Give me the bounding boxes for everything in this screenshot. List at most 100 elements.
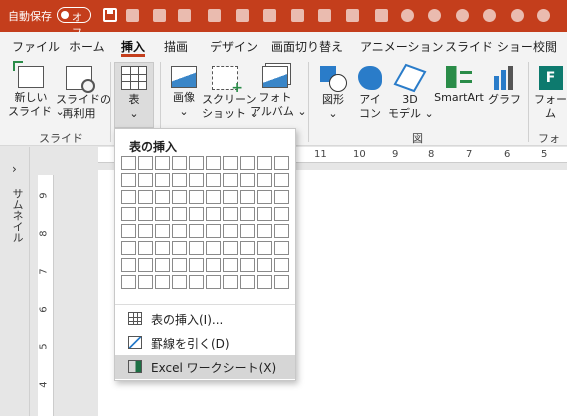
new-slide-button[interactable]: 新しい スライド ⌄ (8, 61, 65, 119)
table-grid-cell[interactable] (206, 207, 221, 221)
table-grid-cell[interactable] (274, 190, 289, 204)
screenshot-button[interactable]: スクリーン ショット ⌄ (202, 66, 259, 121)
table-grid-cell[interactable] (257, 207, 272, 221)
table-grid-cell[interactable] (257, 156, 272, 170)
tab-home[interactable]: ホーム (69, 38, 105, 55)
qat-outline-icon[interactable] (153, 9, 166, 22)
table-grid-cell[interactable] (240, 241, 255, 255)
table-grid-cell[interactable] (223, 241, 238, 255)
table-grid-cell[interactable] (240, 173, 255, 187)
table-grid-cell[interactable] (274, 173, 289, 187)
table-grid-cell[interactable] (121, 275, 136, 289)
table-grid-cell[interactable] (189, 156, 204, 170)
table-button[interactable]: 表 ⌄ (118, 66, 150, 121)
table-grid-cell[interactable] (138, 258, 153, 272)
table-grid-cell[interactable] (257, 275, 272, 289)
smartart-button[interactable]: SmartArt (432, 66, 486, 105)
table-grid-cell[interactable] (240, 258, 255, 272)
qat-text-icon[interactable] (263, 9, 276, 22)
table-grid-cell[interactable] (223, 258, 238, 272)
table-grid-cell[interactable] (121, 190, 136, 204)
table-grid-cell[interactable] (138, 156, 153, 170)
table-grid-cell[interactable] (257, 241, 272, 255)
table-grid-cell[interactable] (257, 173, 272, 187)
table-grid-cell[interactable] (121, 173, 136, 187)
table-grid-cell[interactable] (240, 207, 255, 221)
table-grid-cell[interactable] (155, 241, 170, 255)
table-grid-cell[interactable] (121, 224, 136, 238)
table-grid-cell[interactable] (155, 224, 170, 238)
tab-transitions[interactable]: 画面切り替え (271, 38, 343, 55)
table-grid-cell[interactable] (155, 190, 170, 204)
table-grid-cell[interactable] (274, 207, 289, 221)
table-grid-cell[interactable] (274, 156, 289, 170)
table-grid-cell[interactable] (206, 258, 221, 272)
table-grid-cell[interactable] (223, 224, 238, 238)
table-grid-cell[interactable] (172, 156, 187, 170)
table-grid-cell[interactable] (189, 275, 204, 289)
tab-design[interactable]: デザイン (210, 38, 258, 55)
table-grid-cell[interactable] (274, 275, 289, 289)
table-grid-cell[interactable] (172, 241, 187, 255)
save-icon[interactable] (103, 8, 117, 22)
table-grid-cell[interactable] (274, 258, 289, 272)
table-grid-cell[interactable] (155, 207, 170, 221)
table-grid-cell[interactable] (206, 156, 221, 170)
shapes-button[interactable]: 図形 ⌄ (316, 66, 350, 121)
table-grid-cell[interactable] (121, 207, 136, 221)
tab-insert[interactable]: 挿入 (121, 38, 145, 55)
table-grid-cell[interactable] (240, 190, 255, 204)
qat-review-icon[interactable] (456, 9, 469, 22)
qat-format-icon[interactable] (236, 9, 249, 22)
table-grid-cell[interactable] (240, 224, 255, 238)
table-grid-cell[interactable] (189, 190, 204, 204)
table-grid-cell[interactable] (206, 241, 221, 255)
table-grid-cell[interactable] (172, 207, 187, 221)
table-grid-cell[interactable] (223, 156, 238, 170)
table-grid-cell[interactable] (138, 173, 153, 187)
qat-text4-icon[interactable] (346, 9, 359, 22)
table-grid-cell[interactable] (121, 241, 136, 255)
table-grid-cell[interactable] (206, 173, 221, 187)
table-grid-cell[interactable] (206, 275, 221, 289)
table-grid-cell[interactable] (189, 224, 204, 238)
table-grid-cell[interactable] (172, 258, 187, 272)
tab-draw[interactable]: 描画 (164, 38, 188, 55)
table-grid-cell[interactable] (189, 207, 204, 221)
qat-text5-icon[interactable] (375, 9, 388, 22)
chart-button[interactable]: グラフ (488, 66, 521, 107)
expand-panel-chevron-icon[interactable]: › (12, 162, 17, 176)
table-grid-cell[interactable] (223, 190, 238, 204)
qat-paint-icon[interactable] (511, 9, 524, 22)
qat-customize-icon[interactable] (537, 9, 550, 22)
reuse-slides-button[interactable]: スライドの 再利用 (56, 66, 111, 121)
tab-review[interactable]: 校閲 (533, 38, 557, 55)
table-grid-cell[interactable] (189, 241, 204, 255)
photo-album-button[interactable]: フォト アルバム ⌄ (250, 66, 307, 119)
qat-layout-icon[interactable] (178, 9, 191, 22)
forms-button[interactable]: F フォー ム (534, 66, 567, 121)
table-grid-cell[interactable] (155, 258, 170, 272)
autosave-toggle[interactable]: オフ (57, 7, 91, 39)
table-grid-cell[interactable] (223, 275, 238, 289)
table-grid-cell[interactable] (138, 207, 153, 221)
qat-text2-icon[interactable] (291, 9, 304, 22)
table-grid-cell[interactable] (274, 241, 289, 255)
tab-file[interactable]: ファイル (12, 38, 60, 55)
excel-worksheet-menu-item[interactable]: Excel ワークシート(X) (115, 355, 295, 379)
table-grid-cell[interactable] (189, 258, 204, 272)
table-grid-cell[interactable] (189, 173, 204, 187)
qat-text3-icon[interactable] (318, 9, 331, 22)
table-grid-cell[interactable] (155, 156, 170, 170)
table-grid-cell[interactable] (138, 224, 153, 238)
tab-animations[interactable]: アニメーション (360, 38, 444, 55)
table-grid-cell[interactable] (257, 190, 272, 204)
table-grid-cell[interactable] (223, 173, 238, 187)
table-grid-cell[interactable] (206, 190, 221, 204)
table-grid-cell[interactable] (155, 275, 170, 289)
qat-link-icon[interactable] (483, 9, 496, 22)
table-grid-cell[interactable] (257, 224, 272, 238)
table-grid-cell[interactable] (138, 275, 153, 289)
table-grid-cell[interactable] (138, 241, 153, 255)
image-button[interactable]: 画像 ⌄ (166, 66, 202, 119)
